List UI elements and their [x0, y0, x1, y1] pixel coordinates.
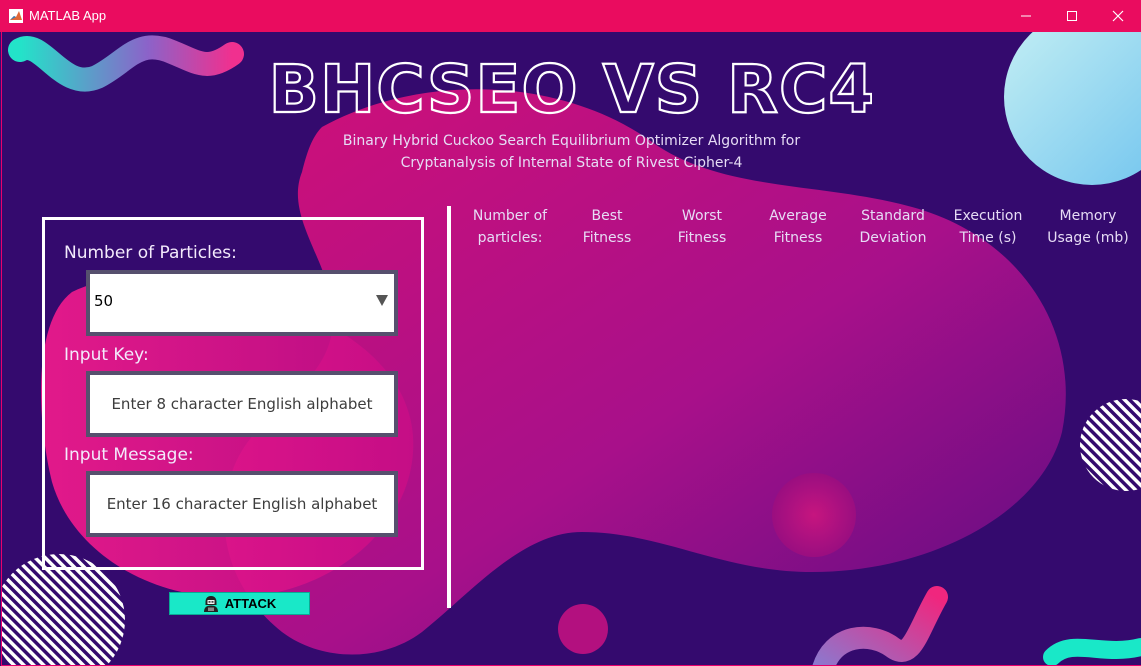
minimize-icon: [1021, 15, 1031, 17]
col-header-line: Execution: [953, 208, 1023, 224]
col-header-line: Best: [591, 208, 623, 224]
matlab-logo-icon: [9, 9, 23, 23]
page-title: BHCSEO VS RC4: [272, 51, 872, 128]
col-header-line: Fitness: [677, 230, 727, 246]
background-circle-tiny: [558, 604, 608, 654]
app-heading: BHCSEO VS RC4: [2, 50, 1141, 130]
col-header-standard-deviation: Standard Deviation: [847, 205, 939, 249]
chevron-down-icon[interactable]: [376, 295, 388, 306]
close-button[interactable]: [1095, 0, 1141, 32]
input-panel: Number of Particles: 50 Input Key: Input…: [42, 217, 424, 570]
col-header-line: Time (s): [959, 230, 1017, 246]
maximize-button[interactable]: [1049, 0, 1095, 32]
col-header-execution-time: Execution Time (s): [944, 205, 1032, 249]
background-circle-small: [772, 473, 856, 557]
col-header-best-fitness: Best Fitness: [567, 205, 647, 249]
maximize-icon: [1067, 11, 1077, 21]
close-icon: [1112, 10, 1124, 22]
background-wave-corner: [1043, 638, 1141, 665]
message-input[interactable]: [90, 475, 394, 533]
key-input[interactable]: [90, 375, 394, 433]
background-striped-circle-left: [2, 554, 125, 665]
col-header-line: Usage (mb): [1047, 230, 1129, 246]
col-header-number-of-particles: Number of particles:: [464, 205, 556, 249]
window-title: MATLAB App: [29, 8, 107, 23]
particles-label: Number of Particles:: [64, 243, 237, 263]
subtitle: Binary Hybrid Cuckoo Search Equilibrium …: [2, 130, 1141, 174]
attack-button[interactable]: ATTACK: [169, 592, 310, 615]
subtitle-line-1: Binary Hybrid Cuckoo Search Equilibrium …: [342, 133, 801, 149]
subtitle-line-2: Cryptanalysis of Internal State of Rives…: [400, 155, 743, 171]
particles-dropdown[interactable]: 50: [86, 270, 398, 336]
col-header-line: Standard: [861, 208, 925, 224]
app-canvas: BHCSEO VS RC4 Binary Hybrid Cuckoo Searc…: [1, 32, 1141, 666]
vertical-divider: [447, 206, 451, 608]
col-header-average-fitness: Average Fitness: [754, 205, 842, 249]
app-window: MATLAB App BHCSEO VS RC4 Binary Hybrid C…: [0, 0, 1141, 666]
col-header-line: Memory: [1059, 208, 1117, 224]
key-field-frame: [86, 371, 398, 437]
key-label: Input Key:: [64, 345, 149, 365]
col-header-line: Worst: [681, 208, 723, 224]
attack-button-label: ATTACK: [224, 596, 277, 611]
col-header-line: Number of: [472, 208, 548, 224]
col-header-line: Deviation: [859, 230, 927, 246]
background-wave-bottom: [812, 586, 948, 665]
col-header-worst-fitness: Worst Fitness: [662, 205, 742, 249]
particles-value: 50: [94, 292, 114, 310]
col-header-line: particles:: [477, 230, 543, 246]
minimize-button[interactable]: [1003, 0, 1049, 32]
message-field-frame: [86, 471, 398, 537]
message-label: Input Message:: [64, 445, 194, 465]
title-bar[interactable]: MATLAB App: [0, 0, 1141, 32]
col-header-line: Fitness: [773, 230, 823, 246]
col-header-memory-usage: Memory Usage (mb): [1038, 205, 1138, 249]
col-header-line: Fitness: [582, 230, 632, 246]
col-header-line: Average: [769, 208, 827, 224]
hacker-icon: [203, 596, 218, 612]
background-striped-circle-right: [1080, 399, 1141, 491]
heading-svg: BHCSEO VS RC4: [272, 50, 872, 129]
